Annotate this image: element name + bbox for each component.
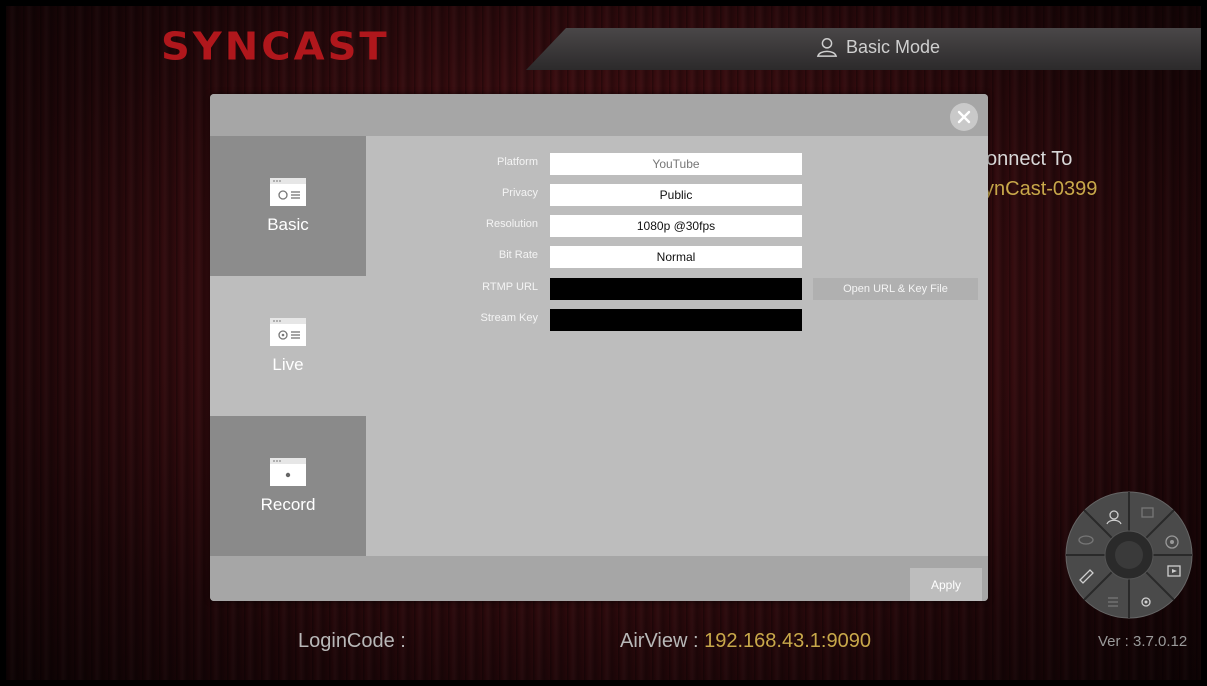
connect-to-label: onnect To bbox=[986, 148, 1073, 170]
apply-button[interactable]: Apply bbox=[910, 568, 982, 601]
settings-window-icon bbox=[270, 178, 306, 206]
device-name: ynCast-0399 bbox=[984, 178, 1098, 200]
mode-label: Basic Mode bbox=[846, 36, 941, 57]
rtmp-url-label: RTMP URL bbox=[482, 281, 538, 293]
close-icon bbox=[957, 110, 971, 124]
syncast-logo: SYNCAST bbox=[161, 25, 390, 69]
version-label: Ver : 3.7.0.12 bbox=[1098, 633, 1188, 650]
privacy-row: Privacy Public bbox=[366, 184, 988, 206]
resolution-row: Resolution 1080p @30fps bbox=[366, 215, 988, 237]
app-screen: SYNCAST Basic Mode onnect To ynCast-0399… bbox=[6, 6, 1201, 680]
dialog-footer bbox=[210, 556, 988, 601]
platform-select[interactable]: YouTube bbox=[550, 153, 802, 175]
bitrate-row: Bit Rate Normal bbox=[366, 246, 988, 268]
user-icon bbox=[816, 38, 838, 57]
resolution-select[interactable]: 1080p @30fps bbox=[550, 215, 802, 237]
record-window-icon bbox=[270, 458, 306, 486]
airview-address: AirView : 192.168.43.1:9090 bbox=[620, 630, 871, 653]
tab-record-label: Record bbox=[260, 495, 316, 514]
settings-dialog: Basic Live Record Platform YouTube Priva… bbox=[210, 94, 988, 601]
stream-key-label: Stream Key bbox=[480, 312, 538, 324]
bitrate-label: Bit Rate bbox=[498, 249, 538, 261]
privacy-select[interactable]: Public bbox=[550, 184, 802, 206]
tab-basic-label: Basic bbox=[267, 215, 309, 234]
platform-row: Platform YouTube bbox=[366, 153, 988, 175]
live-settings-panel: Platform YouTube Privacy Public Resoluti… bbox=[366, 136, 988, 556]
airview-label: AirView : bbox=[620, 630, 699, 652]
close-button[interactable] bbox=[950, 103, 978, 131]
tab-live-label: Live bbox=[272, 355, 304, 374]
stream-key-input[interactable] bbox=[550, 309, 802, 331]
open-url-key-file-button[interactable]: Open URL & Key File bbox=[813, 278, 978, 300]
rtmp-url-input[interactable] bbox=[550, 278, 802, 300]
stream-key-row: Stream Key bbox=[366, 309, 988, 331]
resolution-label: Resolution bbox=[486, 218, 538, 230]
tab-basic[interactable]: Basic bbox=[210, 136, 366, 276]
live-window-icon bbox=[270, 318, 306, 346]
airview-ip: 192.168.43.1:9090 bbox=[704, 630, 871, 652]
radial-menu[interactable] bbox=[1064, 490, 1194, 620]
rtmp-url-row: RTMP URL Open URL & Key File bbox=[366, 278, 988, 300]
login-code-label: LoginCode : bbox=[298, 630, 406, 652]
tab-record[interactable]: Record bbox=[210, 416, 366, 556]
tab-live[interactable]: Live bbox=[210, 276, 366, 416]
platform-label: Platform bbox=[497, 156, 538, 168]
mode-selector[interactable]: Basic Mode bbox=[816, 36, 940, 58]
dialog-header bbox=[210, 94, 988, 136]
bitrate-select[interactable]: Normal bbox=[550, 246, 802, 268]
privacy-label: Privacy bbox=[501, 187, 538, 199]
